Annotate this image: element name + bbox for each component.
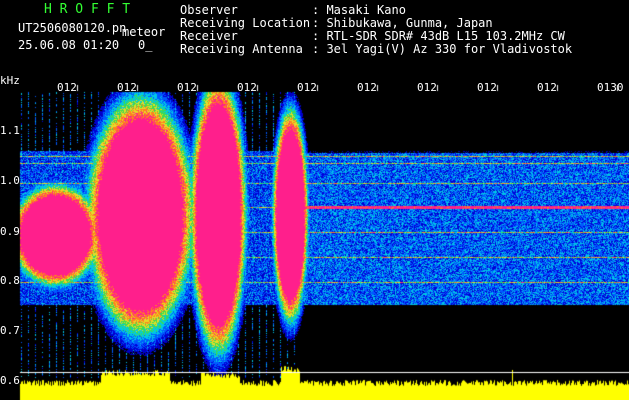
datetime-label: 25.06.08 01:20 [18, 38, 120, 52]
app-title: H R O F F T [44, 2, 131, 17]
freq-unit-label: kHz [0, 74, 20, 87]
time-tick-2: 012 [117, 81, 137, 94]
freq-tick-1-1: 1.1 [0, 124, 20, 137]
freq-tick-0-7: 0.7 [0, 324, 20, 337]
spectrogram-canvas [0, 0, 629, 400]
time-tick-1: 012 [57, 81, 77, 94]
counter-label: 0_ [138, 38, 153, 52]
filename-label: UT2506080120.pn [18, 21, 127, 35]
time-tick-6: 012 [357, 81, 377, 94]
freq-tick-0-9: 0.9 [0, 225, 20, 238]
freq-tick-1-0: 1.0 [0, 174, 20, 187]
time-tick-4: 012 [237, 81, 257, 94]
info-value-antenna: : 3el Yagi(V) Az 330 for Vladivostok [312, 42, 573, 56]
time-tick-8: 012 [477, 81, 497, 94]
hrofft-window: H R O F F T UT2506080120.pn meteor 25.06… [0, 0, 629, 400]
time-tick-5: 012 [297, 81, 317, 94]
time-tick-7: 012 [417, 81, 437, 94]
freq-tick-0-6: 0.6 [0, 374, 20, 387]
time-tick-10: 0130 [597, 81, 624, 94]
time-tick-3: 012 [177, 81, 197, 94]
freq-tick-0-8: 0.8 [0, 274, 20, 287]
info-label-antenna: Receiving Antenna [180, 42, 303, 56]
time-tick-9: 012 [537, 81, 557, 94]
